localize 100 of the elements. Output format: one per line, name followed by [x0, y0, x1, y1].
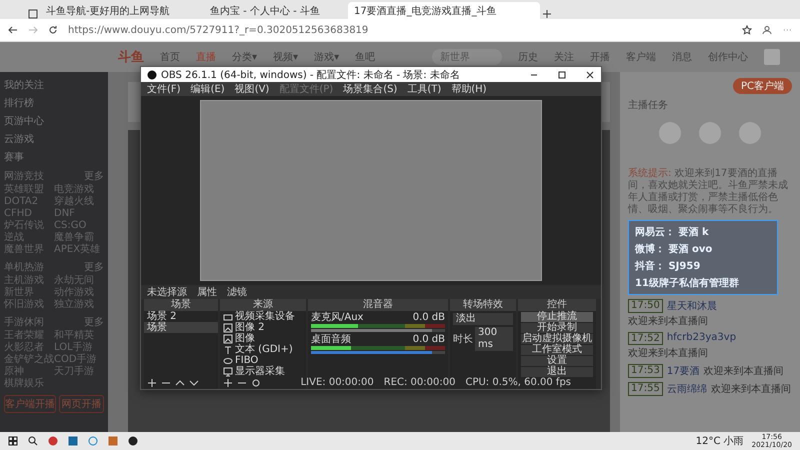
- control-button[interactable]: 开始录制: [521, 323, 593, 333]
- menu-item[interactable]: 文件(F): [147, 82, 181, 96]
- category-link[interactable]: 天刀手游: [54, 366, 104, 378]
- header-link[interactable]: 开播: [590, 50, 610, 64]
- more-link[interactable]: 更多: [84, 169, 104, 183]
- category-link[interactable]: 动作游戏: [54, 287, 104, 299]
- sidebar-item[interactable]: 排行榜: [4, 94, 104, 111]
- category-link[interactable]: 和平精英: [54, 330, 104, 342]
- category-link[interactable]: CFHD: [4, 208, 54, 220]
- menu-item[interactable]: 工具(T): [407, 82, 442, 96]
- category-link[interactable]: COD手游: [54, 354, 104, 366]
- category-link[interactable]: 王者荣耀: [4, 330, 54, 342]
- category-link[interactable]: CS:GO: [54, 220, 104, 232]
- avatar-circle: [699, 122, 721, 144]
- control-button[interactable]: 工作室模式: [521, 345, 593, 355]
- control-button[interactable]: 设置: [521, 356, 593, 366]
- forward-icon: [28, 25, 38, 35]
- more-link[interactable]: 更多: [84, 260, 104, 274]
- source-item[interactable]: 图像 2: [220, 322, 306, 333]
- control-button[interactable]: 启动虚拟摄像机: [521, 334, 593, 344]
- task-label[interactable]: 主播任务: [628, 98, 792, 112]
- browser-tab[interactable]: 鱼内宝 - 个人中心 - 斗鱼: [204, 2, 346, 19]
- header-link[interactable]: 客户端: [626, 50, 656, 64]
- category-link[interactable]: 棋牌娱乐: [4, 378, 54, 390]
- broadcast-button[interactable]: 网页开播: [59, 395, 104, 413]
- chat-user[interactable]: 17要酒: [666, 364, 700, 378]
- category-link[interactable]: 原神: [4, 366, 54, 378]
- message-time: 17:55: [628, 382, 663, 396]
- window-title: OBS 26.1.1 (64-bit, windows) - 配置文件: 未命名 - 场景: 未命名: [161, 68, 460, 82]
- control-button[interactable]: 退出: [521, 367, 593, 377]
- category-link[interactable]: 穿越火线: [54, 196, 104, 208]
- category-link[interactable]: 逆战: [4, 232, 54, 244]
- category-link[interactable]: LOL手游: [54, 342, 104, 354]
- category-link[interactable]: DOTA2: [4, 196, 54, 208]
- nav-link[interactable]: 鱼吧: [355, 50, 376, 64]
- chat-user[interactable]: 星天和沐晨: [666, 299, 717, 313]
- more-link[interactable]: 更多: [84, 315, 104, 329]
- group-title: 网游竞技: [4, 170, 44, 183]
- category-link[interactable]: DNF: [54, 208, 104, 220]
- plus-icon: [223, 378, 233, 388]
- sidebar-item[interactable]: 赛事: [4, 148, 104, 165]
- plus-icon: [147, 378, 157, 388]
- overlay-text: 抖音： SJ959: [635, 259, 702, 273]
- source-item[interactable]: 视频采集设备: [220, 311, 306, 322]
- control-button[interactable]: 停止推流: [521, 312, 593, 322]
- site-logo[interactable]: 斗鱼: [118, 48, 144, 66]
- header-link[interactable]: 关注: [554, 50, 574, 64]
- nav-link[interactable]: 首页: [160, 50, 180, 64]
- text-icon: [223, 344, 233, 354]
- category-link[interactable]: 英雄联盟: [4, 184, 54, 196]
- menu-item[interactable]: 场景集合(S): [343, 82, 398, 96]
- category-link[interactable]: 炉石传说: [4, 220, 54, 232]
- avatar-circle: [739, 122, 761, 144]
- message-time: 17:52: [628, 332, 663, 345]
- weather-text[interactable]: 12°C 小雨: [696, 434, 744, 448]
- header-link[interactable]: 历史: [518, 50, 538, 64]
- nav-link[interactable]: 视频▾: [273, 50, 298, 64]
- toolbar-button[interactable]: 滤镜: [227, 285, 247, 299]
- browser-tab[interactable]: 17要酒直播_电竞游戏直播_斗鱼: [348, 2, 540, 19]
- image-icon: [223, 334, 233, 344]
- source-item[interactable]: 文本 (GDI+): [220, 344, 306, 355]
- category-link[interactable]: 电竞游戏: [54, 184, 104, 196]
- category-link[interactable]: 魔兽世界: [4, 244, 54, 256]
- close-icon: [585, 70, 595, 80]
- menu-item[interactable]: 视图(V): [234, 82, 270, 96]
- nav-link[interactable]: 游戏▾: [314, 50, 340, 64]
- source-item[interactable]: 显示器采集: [220, 366, 306, 377]
- category-link[interactable]: 魔兽争霸: [54, 232, 104, 244]
- source-item[interactable]: FIBO: [220, 355, 306, 366]
- cpu-status: CPU: 0.5%, 60.00 fps: [465, 376, 571, 388]
- menu-item[interactable]: 编辑(E): [190, 82, 225, 96]
- back-icon: [8, 25, 18, 35]
- header-link[interactable]: 创作中心: [708, 50, 748, 64]
- source-item[interactable]: 图像: [220, 333, 306, 344]
- toolbar-button[interactable]: 属性: [197, 285, 217, 299]
- category-link[interactable]: 永劫无间: [54, 275, 104, 287]
- menu-item[interactable]: 帮助(H): [451, 82, 487, 96]
- category-link[interactable]: 主机游戏: [4, 275, 54, 287]
- broadcast-button[interactable]: 客户端开播: [4, 395, 56, 413]
- dock-title: 来源: [220, 299, 306, 311]
- nav-link[interactable]: 直播: [196, 50, 216, 64]
- sidebar-item[interactable]: 云游戏: [4, 130, 104, 147]
- transition-select[interactable]: 淡出: [453, 313, 513, 325]
- header-link[interactable]: 消息: [672, 50, 692, 64]
- nav-link[interactable]: 分类▾: [232, 50, 258, 64]
- category-link[interactable]: 新世界: [4, 287, 54, 299]
- scene-item[interactable]: 场景: [144, 322, 218, 333]
- category-link[interactable]: 金铲铲之战: [4, 354, 54, 366]
- category-link[interactable]: 火影忍者: [4, 342, 54, 354]
- scene-item[interactable]: 场景 2: [144, 311, 218, 322]
- duration-field[interactable]: 300 ms: [475, 327, 513, 351]
- browser-tab[interactable]: 斗鱼导航-更好用的上网导航: [40, 2, 202, 19]
- sidebar-item[interactable]: 我的关注: [4, 76, 104, 93]
- chat-user[interactable]: 云雨绵绵: [666, 382, 707, 396]
- category-link[interactable]: APEX英雄: [54, 244, 104, 256]
- client-button[interactable]: PC客户端: [732, 78, 792, 94]
- sidebar-item[interactable]: 页游中心: [4, 112, 104, 129]
- chat-user[interactable]: hfcrb23ya3vp: [666, 332, 736, 345]
- category-link[interactable]: 怀旧游戏: [4, 299, 54, 311]
- category-link[interactable]: 独立游戏: [54, 299, 104, 311]
